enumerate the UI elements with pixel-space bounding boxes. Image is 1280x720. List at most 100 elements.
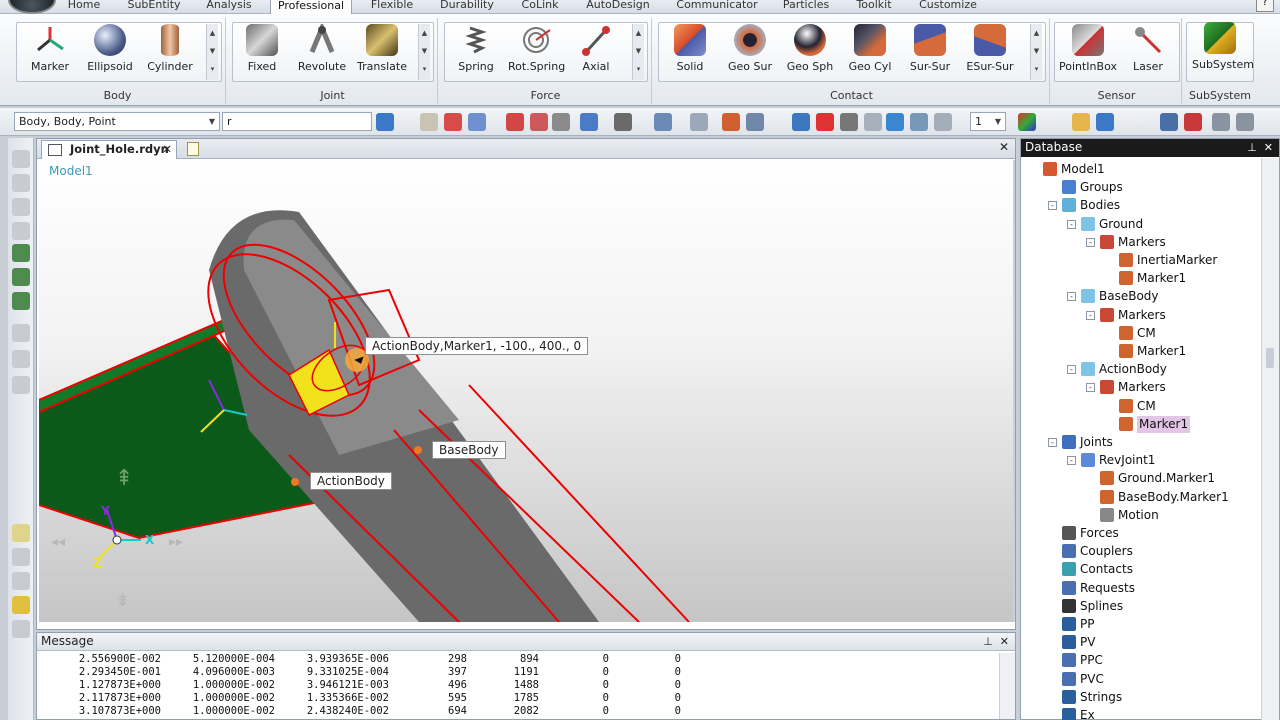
revolute-button[interactable]: Revolute	[294, 21, 350, 80]
geo-sur-button[interactable]: Geo Sur	[722, 24, 778, 80]
tree-node-basebody-marker1[interactable]: BaseBody.Marker1	[1100, 489, 1229, 507]
laser-button[interactable]: Laser	[1118, 24, 1178, 80]
geo-sph-button[interactable]: Geo Sph	[782, 24, 838, 80]
grid-icon[interactable]	[792, 113, 810, 131]
tree-node-inertiamarker[interactable]: InertiaMarker	[1119, 252, 1217, 270]
viewport-scrollbar[interactable]	[1013, 160, 1015, 622]
pan-hand-icon[interactable]	[420, 113, 438, 131]
tree-node-strings[interactable]: Strings	[1062, 689, 1122, 707]
actionbody-label[interactable]: ActionBody	[310, 472, 392, 490]
tree-node-markers[interactable]: Markers	[1100, 307, 1166, 325]
joint-group-scroll[interactable]: ▲ ▼ ▾	[418, 24, 430, 80]
database-scrollbar[interactable]	[1261, 158, 1279, 720]
tree-node-markers[interactable]: Markers	[1100, 379, 1166, 397]
tab-joint-hole[interactable]: Joint_Hole.rdyn ✕	[41, 140, 177, 159]
tree-expander-icon[interactable]: -	[1067, 219, 1076, 229]
tree-expander-icon[interactable]: -	[1067, 456, 1076, 466]
tree-node-splines[interactable]: Splines	[1062, 598, 1123, 616]
tree-expander-icon[interactable]: -	[1086, 310, 1095, 320]
esur-sur-button[interactable]: ESur-Sur	[962, 24, 1018, 80]
subsystem-button[interactable]: SubSystem	[1192, 22, 1254, 78]
shield-icon[interactable]	[1096, 113, 1114, 131]
tree-node-cm[interactable]: CM	[1119, 398, 1156, 416]
axis-xy-icon[interactable]	[690, 113, 708, 131]
tab-autodesign[interactable]: AutoDesign	[578, 0, 658, 14]
ungroup-icon[interactable]	[12, 620, 30, 638]
tab-analysis[interactable]: Analysis	[198, 0, 260, 14]
color-map-icon[interactable]	[1018, 113, 1036, 131]
tree-node-forces[interactable]: Forces	[1062, 525, 1119, 543]
tree-node-contacts[interactable]: Contacts	[1062, 561, 1133, 579]
spring-button[interactable]: Spring	[448, 24, 504, 80]
dimension-icon[interactable]	[12, 350, 30, 368]
solid-contact-button[interactable]: Solid	[662, 24, 718, 80]
center-view-icon[interactable]	[552, 113, 570, 131]
tree-node-motion[interactable]: Motion	[1100, 507, 1159, 525]
measure-icon[interactable]	[840, 113, 858, 131]
close-icon[interactable]: ✕	[1264, 141, 1273, 154]
tab-flexible[interactable]: Flexible	[362, 0, 422, 14]
fit-all-icon[interactable]	[506, 113, 524, 131]
scroll-thumb[interactable]	[1266, 348, 1274, 368]
tree-node-cm[interactable]: CM	[1119, 325, 1156, 343]
search-input[interactable]: r	[222, 112, 372, 131]
cylinder-button[interactable]: Cylinder	[142, 24, 198, 80]
arc-tool-icon[interactable]	[12, 222, 30, 240]
hide-icon[interactable]	[12, 376, 30, 394]
circle-select-icon[interactable]	[12, 548, 30, 566]
plane-icon[interactable]	[12, 268, 30, 286]
count-combo[interactable]: 1 ▼	[970, 112, 1006, 131]
close-document-icon[interactable]: ✕	[999, 140, 1009, 154]
marker-display-icon[interactable]	[722, 113, 740, 131]
workplane-icon[interactable]	[12, 292, 30, 310]
tree-node-ground[interactable]: Ground	[1081, 216, 1143, 234]
tree-node-pp[interactable]: PP	[1062, 616, 1094, 634]
filter-combo[interactable]: Body, Body, Point ▼	[14, 112, 220, 131]
poly-select-icon[interactable]	[12, 572, 30, 590]
select-tool-icon[interactable]	[12, 150, 30, 168]
group-icon[interactable]	[12, 596, 30, 614]
message-scrollbar[interactable]	[999, 653, 1015, 719]
axial-button[interactable]: Axial	[568, 24, 624, 80]
tree-node-model1[interactable]: Model1	[1043, 161, 1105, 179]
select-red-icon[interactable]	[1184, 113, 1202, 131]
apply-arrow-icon[interactable]	[376, 113, 394, 131]
tab-durability[interactable]: Durability	[432, 0, 502, 14]
tree-node-groups[interactable]: Groups	[1062, 179, 1123, 197]
force-group-scroll[interactable]: ▲ ▼ ▾	[632, 24, 644, 80]
tree-node-ex[interactable]: Ex	[1062, 707, 1095, 720]
rot-spring-button[interactable]: Rot.Spring	[508, 24, 565, 80]
tree-node-pvc[interactable]: PVC	[1062, 671, 1104, 689]
tree-node-markers[interactable]: Markers	[1100, 234, 1166, 252]
view-orient-icon[interactable]	[654, 113, 672, 131]
tab-communicator[interactable]: Communicator	[668, 0, 766, 14]
tree-node-marker1[interactable]: Marker1	[1119, 343, 1186, 361]
transparency-icon[interactable]	[934, 113, 952, 131]
tree-node-revjoint1[interactable]: RevJoint1	[1081, 452, 1155, 470]
render-mode-icon[interactable]	[614, 113, 632, 131]
tab-colink[interactable]: CoLink	[512, 0, 568, 14]
basebody-label[interactable]: BaseBody	[432, 441, 506, 459]
shaded-edges-icon[interactable]	[910, 113, 928, 131]
close-icon[interactable]: ✕	[1000, 635, 1009, 648]
3d-viewport[interactable]: Model1 ⇞ ◂◂ ▸▸ ⇟ X Y Z ActionBody,Marker…	[39, 160, 1013, 622]
pin-icon[interactable]: ⊥	[983, 635, 993, 648]
rect-select-icon[interactable]	[12, 524, 30, 542]
rotate-icon[interactable]	[444, 113, 462, 131]
zoom-icon[interactable]	[468, 113, 486, 131]
coordinate-icon[interactable]	[816, 113, 834, 131]
tree-node-basebody[interactable]: BaseBody	[1081, 288, 1159, 306]
sur-sur-button[interactable]: Sur-Sur	[902, 24, 958, 80]
marker-button[interactable]: Marker	[22, 24, 78, 80]
settings-icon[interactable]	[1236, 113, 1254, 131]
tree-node-pv[interactable]: PV	[1062, 634, 1095, 652]
app-logo[interactable]	[8, 0, 56, 14]
select-cursor-icon[interactable]	[1160, 113, 1178, 131]
tab-toolkit[interactable]: Toolkit	[846, 0, 902, 14]
view-cube-icon[interactable]	[580, 113, 598, 131]
tree-node-ppc[interactable]: PPC	[1062, 652, 1103, 670]
tree-expander-icon[interactable]: -	[1048, 438, 1057, 447]
grid-snap-icon[interactable]	[12, 244, 30, 262]
point-tool-icon[interactable]	[12, 174, 30, 192]
help-icon[interactable]: ?	[1256, 0, 1274, 12]
